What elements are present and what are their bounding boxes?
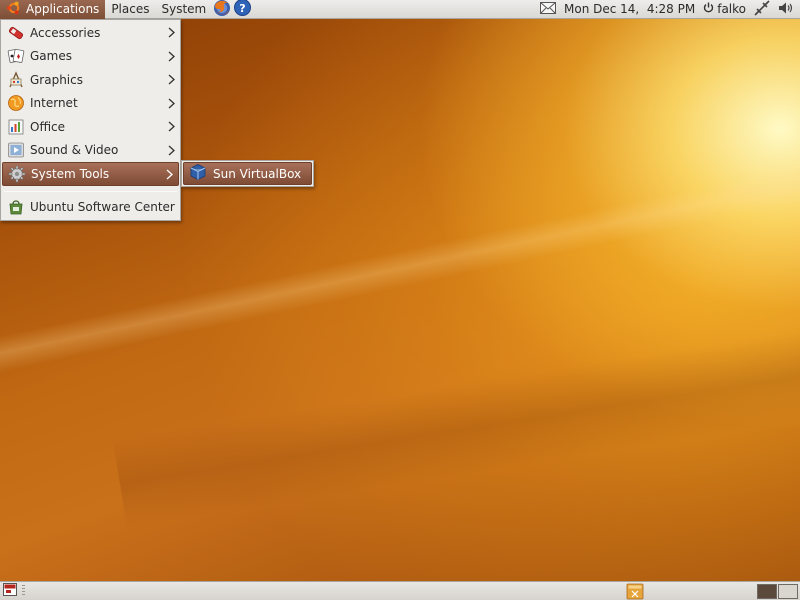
menu-item-label: Games (30, 49, 72, 64)
menu-item-label: System Tools (31, 166, 110, 181)
menu-item-sun-virtualbox[interactable]: Sun VirtualBox (183, 162, 312, 185)
chevron-right-icon (168, 98, 175, 108)
workspace-1[interactable] (757, 584, 777, 599)
menu-item-label: Internet (30, 96, 78, 111)
office-icon (7, 118, 25, 136)
trash-applet[interactable] (626, 583, 644, 600)
applications-label: Applications (26, 2, 100, 16)
workspace-2[interactable] (778, 584, 798, 599)
chevron-right-icon (168, 121, 175, 132)
menu-item-label: Accessories (30, 25, 101, 40)
chevron-right-icon (168, 145, 175, 155)
menu-item-ubuntu-software-center[interactable]: Ubuntu Software Center (1, 196, 180, 220)
applications-menu-button[interactable]: Applications (0, 0, 106, 19)
places-menu-button[interactable]: Places (105, 0, 155, 19)
menu-item-label: Sun VirtualBox (213, 166, 302, 181)
user-name: falko (717, 2, 746, 16)
menu-item-internet[interactable]: Internet (1, 92, 180, 116)
software-center-icon (7, 198, 25, 216)
games-icon (7, 47, 25, 65)
internet-icon (7, 94, 25, 112)
menu-item-graphics[interactable]: Graphics (1, 68, 180, 92)
system-tools-icon (8, 165, 26, 183)
menu-item-label: Sound & Video (30, 143, 119, 158)
panel-drag-handle[interactable] (22, 585, 25, 597)
ubuntu-logo-icon (6, 0, 22, 19)
mail-icon[interactable] (540, 1, 556, 17)
help-icon: ? (233, 0, 251, 19)
volume-icon[interactable] (778, 1, 794, 18)
menu-item-office[interactable]: Office (1, 115, 180, 139)
sound-video-icon (7, 141, 25, 159)
power-icon (703, 2, 714, 16)
menu-item-label: Office (30, 119, 66, 134)
network-icon[interactable] (754, 0, 770, 19)
show-desktop-button[interactable] (2, 583, 18, 599)
menu-item-label: Graphics (30, 72, 83, 87)
menu-separator (4, 190, 177, 192)
menu-item-system-tools[interactable]: System Tools (2, 162, 179, 186)
firefox-icon (213, 0, 231, 20)
help-launcher[interactable]: ? (232, 0, 252, 19)
menu-item-accessories[interactable]: Accessories (1, 21, 180, 45)
virtualbox-icon (189, 163, 207, 184)
bottom-panel (0, 581, 800, 600)
graphics-icon (7, 70, 25, 89)
svg-text:?: ? (239, 2, 245, 15)
system-tray: Mon Dec 14, 4:28 PM falko (540, 0, 800, 19)
clock[interactable]: Mon Dec 14, 4:28 PM (564, 2, 695, 16)
wallpaper-shadow-streak (112, 298, 800, 529)
show-desktop-icon (3, 583, 17, 599)
accessories-icon (7, 24, 25, 42)
chevron-right-icon (166, 169, 173, 180)
chevron-right-icon (168, 51, 175, 61)
system-menu-button[interactable]: System (155, 0, 212, 19)
system-tools-submenu: Sun VirtualBox (181, 160, 314, 187)
menu-item-games[interactable]: Games (1, 45, 180, 69)
applications-menu: Accessories Games Graphics Internet Offi… (0, 19, 181, 221)
firefox-launcher[interactable] (212, 0, 232, 19)
chevron-right-icon (168, 74, 175, 85)
top-panel: Applications Places System ? Mon Dec 14,… (0, 0, 800, 19)
menu-item-label: Ubuntu Software Center (30, 200, 175, 215)
menu-item-sound-video[interactable]: Sound & Video (1, 139, 180, 163)
trash-icon (626, 583, 644, 600)
user-switcher[interactable]: falko (703, 2, 746, 16)
chevron-right-icon (168, 27, 175, 38)
